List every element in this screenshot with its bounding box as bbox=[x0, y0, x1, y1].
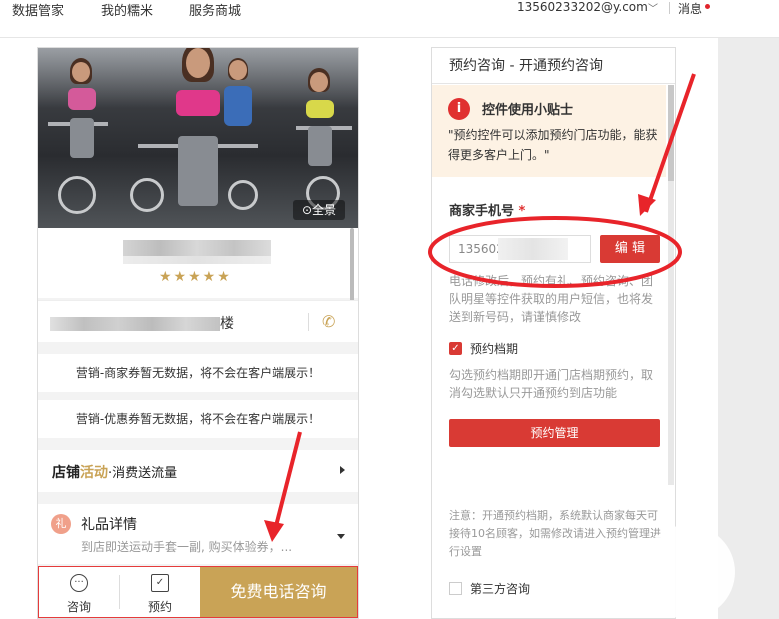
gift-desc: 到店即送运动手套一副, 购买体验券，... bbox=[81, 540, 293, 554]
booking-settings-panel: 预约咨询 - 开通预约咨询 i 控件使用小贴士 "预约控件可以添加预约门店功能，… bbox=[431, 47, 676, 619]
store-info: ★★★★★ bbox=[38, 228, 358, 298]
store-name-redacted bbox=[123, 240, 271, 256]
store-hero-image: ⊙全景 bbox=[38, 48, 358, 228]
free-call-button[interactable]: 免费电话咨询 bbox=[200, 567, 357, 617]
divider bbox=[669, 2, 670, 14]
unread-dot bbox=[705, 4, 710, 9]
activity-label: 店铺活动·消费送流量 bbox=[52, 465, 178, 481]
address-redacted bbox=[50, 317, 220, 331]
booking-note: 注意：开通预约档期，系统默认商家每天可接待10名顾客，如需修改请进入预约管理进行… bbox=[449, 509, 661, 558]
tip-body: "预约控件可以添加预约门店功能，能获得更多客户上门。" bbox=[448, 128, 658, 162]
booking-button[interactable]: ✓ 预约 bbox=[120, 567, 200, 617]
chat-icon: ··· bbox=[70, 574, 88, 592]
consult-button[interactable]: ··· 咨询 bbox=[39, 567, 119, 617]
preview-scrollbar[interactable] bbox=[350, 228, 354, 303]
edit-phone-button[interactable]: 编 辑 bbox=[600, 235, 660, 263]
phone-help-text: 电话修改后，预约有礼、预约咨询、团队明星等控件获取的用户短信，也将发送到新号码，… bbox=[449, 274, 654, 324]
address-suffix: 楼 bbox=[220, 316, 234, 332]
nav-item-data-manager[interactable]: 数据管家 bbox=[12, 0, 64, 19]
gift-title: 礼品详情 bbox=[81, 517, 137, 533]
calendar-icon: ✓ bbox=[151, 574, 169, 592]
booking-manage-button[interactable]: 预约管理 bbox=[449, 419, 660, 447]
booking-help-text: 勾选预约档期即开通门店档期预约，取消勾选默认只开通预约到店功能 bbox=[449, 368, 654, 400]
nav-item-my-nuomi[interactable]: 我的糯米 bbox=[101, 0, 153, 19]
discount-notice: 营销-优惠券暂无数据，将不会在客户端展示！ bbox=[38, 400, 358, 438]
rating-stars: ★★★★★ bbox=[159, 269, 232, 285]
info-icon: i bbox=[448, 98, 470, 120]
gift-detail-row[interactable]: 礼 礼品详情 到店即送运动手套一副, 购买体验券，... bbox=[38, 504, 358, 564]
account-menu[interactable]: 13560233202@y.com bbox=[517, 0, 648, 14]
chevron-down-icon[interactable] bbox=[337, 534, 345, 539]
messages-link[interactable]: 消息 bbox=[678, 0, 702, 17]
phone-icon[interactable]: ✆ bbox=[322, 312, 335, 331]
bottom-action-bar: ··· 咨询 ✓ 预约 免费电话咨询 bbox=[38, 566, 358, 618]
checkbox-unchecked-icon[interactable] bbox=[449, 582, 462, 595]
checkbox-checked-icon[interactable]: ✓ bbox=[449, 342, 462, 355]
address-row[interactable]: 楼 ✆ bbox=[38, 300, 358, 342]
coupon-notice: 营销-商家券暂无数据，将不会在客户端展示！ bbox=[38, 354, 358, 392]
mobile-preview: ⊙全景 ★★★★★ 楼 ✆ 营销-商家券暂无数据，将不会在客户端展示！ 营销-优… bbox=[37, 47, 359, 619]
phone-field-label: 商家手机号 * bbox=[449, 204, 526, 219]
watermark-blob bbox=[640, 525, 735, 619]
panel-scroll-thumb[interactable] bbox=[668, 85, 674, 181]
nav-item-service-mall[interactable]: 服务商城 bbox=[189, 0, 241, 19]
chevron-down-icon[interactable]: ﹀ bbox=[648, 0, 658, 15]
panorama-button[interactable]: ⊙全景 bbox=[293, 200, 345, 220]
gift-icon: 礼 bbox=[51, 514, 71, 534]
phone-redacted bbox=[498, 238, 568, 260]
tip-box: i 控件使用小贴士 "预约控件可以添加预约门店功能，能获得更多客户上门。" bbox=[432, 85, 666, 177]
panel-title: 预约咨询 - 开通预约咨询 bbox=[432, 48, 675, 84]
store-activity-row[interactable]: 店铺活动·消费送流量 bbox=[38, 450, 358, 492]
chevron-right-icon bbox=[340, 466, 345, 474]
tip-title: 控件使用小贴士 bbox=[482, 103, 574, 118]
top-nav: 数据管家 我的糯米 服务商城 13560233202@y.com ﹀ 消息 bbox=[0, 0, 779, 38]
right-gutter bbox=[718, 38, 779, 619]
